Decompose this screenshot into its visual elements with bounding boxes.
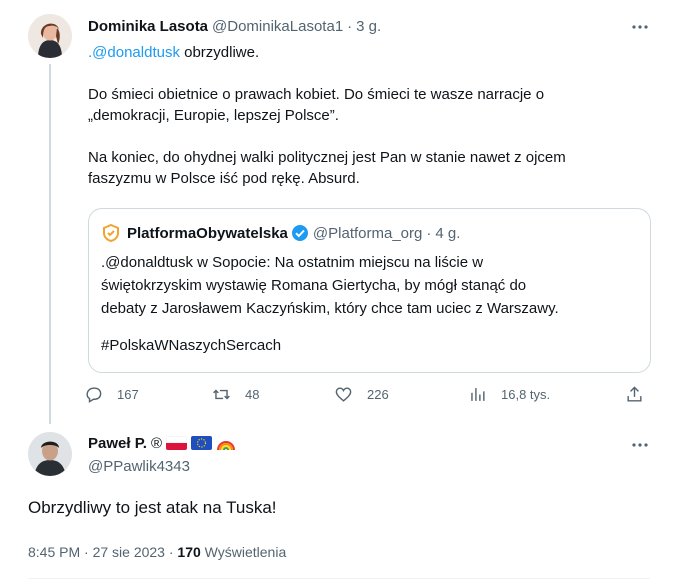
tweet-meta: 8:45 PM · 27 sie 2023 · 170 Wyświetlenia [28,544,286,560]
like-count: 226 [367,387,389,402]
views-label: Wyświetlenia [204,544,287,560]
mention-link[interactable]: .@donaldtusk [88,44,180,61]
tweet-header: Dominika Lasota @DominikaLasota1 · 3 g. [88,18,381,35]
quoted-tweet-header: PlatformaObywatelska @Platforma_org · 4 … [101,223,460,243]
eu-flag-icon [191,436,212,450]
reply-count: 167 [117,387,139,402]
avatar[interactable] [28,432,72,476]
verified-badge-icon [291,224,309,242]
more-options-icon[interactable] [630,17,650,37]
tweet-first-line-text: obrzydliwe. [179,44,260,61]
registered-mark: ® [150,434,162,452]
avatar[interactable] [28,14,72,58]
reply-icon [86,387,102,403]
tweet-first-line: .@donaldtusk obrzydliwe. [88,42,648,63]
views-count: 170 [177,544,201,560]
poland-flag-icon [166,436,187,450]
share-icon [627,386,642,402]
thread-connector-line [49,64,51,424]
tweet-time[interactable]: 3 g. [356,18,381,35]
hashtag-link[interactable]: #PolskaWNaszychSercach [101,337,281,354]
retweet-icon [213,389,230,400]
author-handle[interactable]: @PPawlik4343 [88,458,190,475]
quoted-author-name[interactable]: PlatformaObywatelska [127,225,288,242]
tweet-timestamp[interactable]: 8:45 PM · 27 sie 2023 · [28,544,174,560]
views-button[interactable]: 16,8 tys. [468,385,550,404]
more-options-icon[interactable] [630,435,650,455]
reply-button[interactable]: 167 [84,385,139,404]
views-count: 16,8 tys. [501,387,551,402]
quoted-tweet-text: .@donaldtusk w Sopocie: Na ostatnim miej… [101,254,559,317]
reply-tweet-text: Obrzydliwy to jest atak na Tuska! [28,498,277,517]
analytics-icon [471,388,485,401]
tweet-text: .@donaldtusk obrzydliwe. Do śmieci obiet… [88,42,648,210]
retweet-count: 48 [245,387,260,402]
platforma-logo-icon [101,223,121,243]
quoted-tweet[interactable]: PlatformaObywatelska @Platforma_org · 4 … [88,208,651,373]
author-name[interactable]: Paweł P. [88,435,147,452]
quoted-author-handle[interactable]: @Platforma_org [313,225,422,242]
rainbow-icon [216,434,236,452]
share-button[interactable] [625,385,658,404]
author-name[interactable]: Dominika Lasota [88,18,208,35]
tweet-actions: 167 48 226 16,8 tys. [84,385,649,409]
separator-dot: · [426,224,432,242]
retweet-button[interactable]: 48 [212,385,259,404]
divider [28,578,650,579]
author-handle[interactable]: @DominikaLasota1 [212,18,343,35]
reply-author-name-row: Paweł P. ® [88,434,236,452]
separator-dot: · [347,18,353,35]
heart-icon [335,387,352,402]
like-button[interactable]: 226 [334,385,389,404]
tweet-paragraph: Na koniec, do ohydnej walki politycznej … [88,149,566,187]
quoted-tweet-time[interactable]: 4 g. [435,225,460,242]
tweet-paragraph: Do śmieci obietnice o prawach kobiet. Do… [88,86,545,124]
